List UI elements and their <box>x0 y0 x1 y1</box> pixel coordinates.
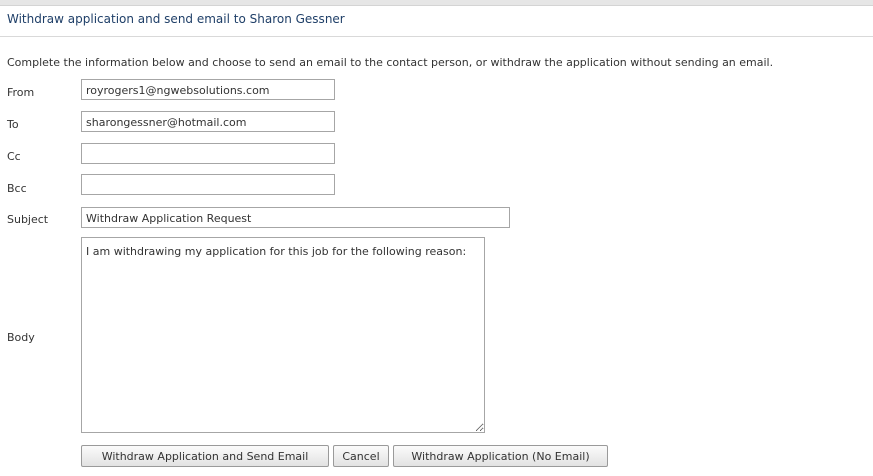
subject-field[interactable] <box>81 207 510 228</box>
from-label: From <box>7 86 35 99</box>
bcc-label: Bcc <box>7 182 27 195</box>
title-divider <box>0 36 873 37</box>
cc-label: Cc <box>7 150 21 163</box>
withdraw-and-send-button[interactable]: Withdraw Application and Send Email <box>81 445 329 467</box>
to-field[interactable] <box>81 111 335 132</box>
top-bar <box>0 0 873 6</box>
to-label: To <box>7 118 19 131</box>
dialog-title: Withdraw application and send email to S… <box>7 12 345 26</box>
body-label: Body <box>7 331 35 344</box>
cancel-button[interactable]: Cancel <box>333 445 389 467</box>
from-field[interactable] <box>81 79 335 100</box>
cc-field[interactable] <box>81 143 335 164</box>
body-textarea[interactable]: I am withdrawing my application for this… <box>81 237 485 433</box>
withdraw-no-email-button[interactable]: Withdraw Application (No Email) <box>393 445 608 467</box>
subject-label: Subject <box>7 213 49 226</box>
intro-text: Complete the information below and choos… <box>7 56 774 69</box>
bcc-field[interactable] <box>81 174 335 195</box>
